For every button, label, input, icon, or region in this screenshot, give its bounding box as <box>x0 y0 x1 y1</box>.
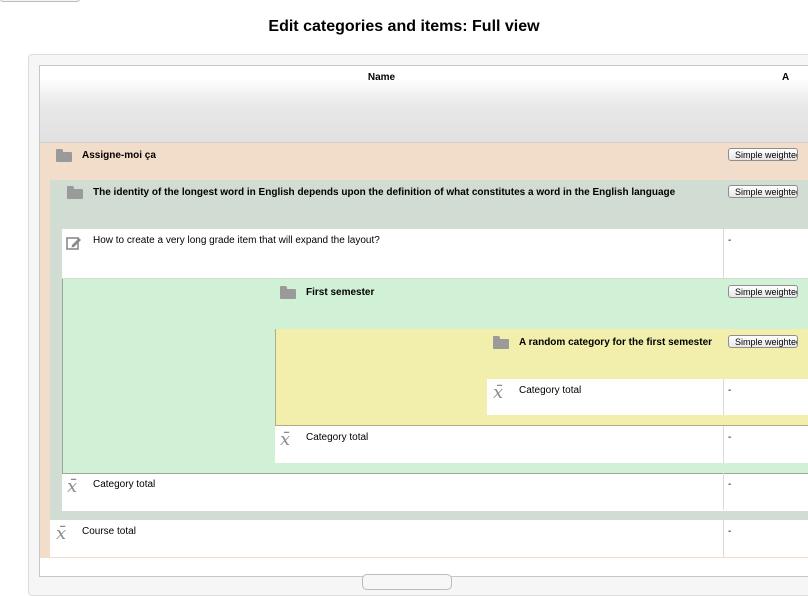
category-name: First semester <box>306 287 375 298</box>
category-total-label: Category total <box>306 432 369 443</box>
category-total-value: - <box>728 479 732 490</box>
folder-icon <box>280 286 296 299</box>
grade-categories-table: Name A Assigne-moi ça Simple weighted me… <box>39 65 808 577</box>
grade-item-name: How to create a very long grade item tha… <box>93 235 380 246</box>
category-name: A random category for the first semester <box>519 337 713 348</box>
category-total-row-identity <box>62 473 808 511</box>
x-bar-total-icon: x̄ <box>493 382 504 403</box>
course-total-row <box>50 520 808 557</box>
folder-icon <box>493 336 509 349</box>
column-header-aggregation[interactable]: A <box>782 72 789 83</box>
column-divider <box>723 473 724 510</box>
aggregation-button[interactable]: Simple weighted mean of grades <box>728 148 798 161</box>
grade-item-value: - <box>728 235 732 246</box>
category-total-label: Category total <box>93 479 156 490</box>
aggregation-button[interactable]: Simple weighted mean of grades <box>728 185 798 198</box>
category-name: Assigne-moi ça <box>82 150 156 161</box>
folder-icon <box>56 149 72 162</box>
category-total-value: - <box>728 432 732 443</box>
column-divider <box>723 229 724 278</box>
folder-icon <box>67 186 83 199</box>
edit-item-icon[interactable] <box>66 235 82 251</box>
course-total-value: - <box>728 526 732 537</box>
category-total-label: Category total <box>519 385 582 396</box>
x-bar-total-icon: x̄ <box>280 429 291 450</box>
column-divider <box>723 379 724 415</box>
category-name: The identity of the longest word in Engl… <box>93 187 676 198</box>
aggregation-button[interactable]: Simple weighted mean of grades <box>728 285 798 298</box>
bottom-partial-button[interactable] <box>362 574 452 590</box>
table-header: Name A <box>40 66 808 143</box>
course-total-label: Course total <box>82 526 136 537</box>
column-divider <box>723 520 724 557</box>
page-title: Edit categories and items: Full view <box>268 18 540 35</box>
column-divider <box>723 426 724 463</box>
column-header-name[interactable]: Name <box>40 72 723 83</box>
category-total-value: - <box>728 385 732 396</box>
top-partial-button[interactable] <box>0 0 80 2</box>
aggregation-button[interactable]: Simple weighted mean of grades <box>728 335 798 348</box>
x-bar-total-icon: x̄ <box>56 523 67 544</box>
x-bar-total-icon: x̄ <box>67 476 78 497</box>
